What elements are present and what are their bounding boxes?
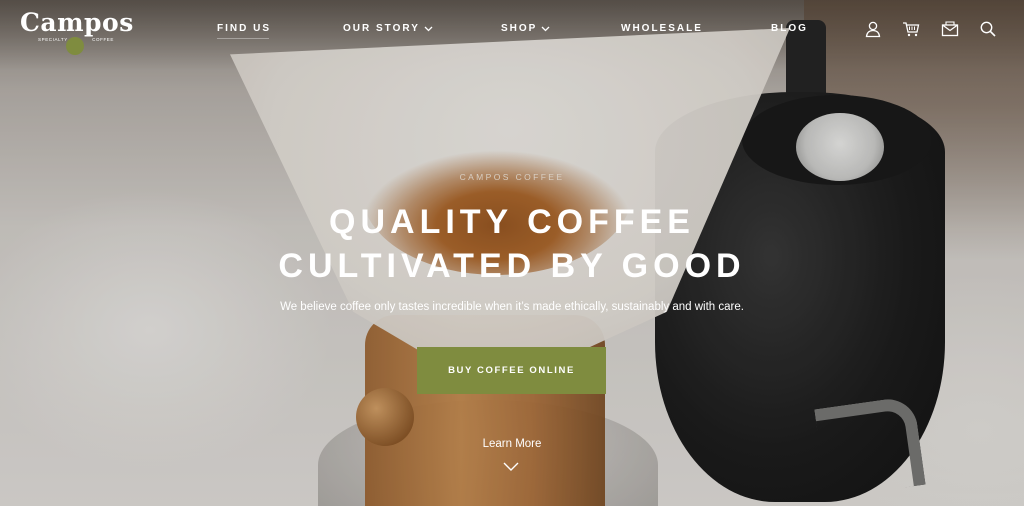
nav-our-story-label: OUR STORY bbox=[343, 23, 420, 34]
learn-more-link[interactable]: Learn More bbox=[0, 438, 1024, 450]
user-icon bbox=[865, 21, 881, 38]
hero-headline: QUALITY COFFEE CULTIVATED BY GOOD bbox=[0, 200, 1024, 288]
nav-blog[interactable]: BLOG bbox=[771, 23, 808, 34]
buy-coffee-online-button[interactable]: BUY COFFEE ONLINE bbox=[417, 347, 606, 394]
campos-logo[interactable]: Campos SPECIALTY COFFEE bbox=[20, 8, 134, 55]
logo-tag-right: COFFEE bbox=[92, 37, 114, 42]
logo-tag-left: SPECIALTY bbox=[38, 37, 68, 42]
search-icon bbox=[980, 21, 996, 37]
chevron-down-icon bbox=[424, 26, 433, 31]
cart-icon bbox=[903, 22, 920, 37]
account-button[interactable] bbox=[863, 19, 883, 39]
nav-shop-label: SHOP bbox=[501, 23, 538, 34]
nav-blog-label: BLOG bbox=[771, 23, 808, 34]
nav-wholesale-label: WHOLESALE bbox=[621, 23, 703, 34]
nav-active-underline bbox=[217, 38, 269, 39]
nav-our-story[interactable]: OUR STORY bbox=[343, 23, 433, 34]
hero-subline: We believe coffee only tastes incredible… bbox=[280, 301, 744, 313]
hero-eyebrow: CAMPOS COFFEE bbox=[459, 172, 565, 182]
hero-headline-line1: QUALITY COFFEE bbox=[329, 203, 695, 241]
nav-find-us-label: FIND US bbox=[217, 23, 271, 34]
logo-wordmark: Campos bbox=[20, 8, 134, 37]
chevron-down-icon bbox=[541, 26, 550, 31]
subscribe-button[interactable] bbox=[940, 19, 960, 39]
nav-shop[interactable]: SHOP bbox=[501, 23, 550, 34]
chevron-down-icon[interactable] bbox=[502, 460, 520, 474]
cart-button[interactable] bbox=[901, 19, 921, 39]
site-header: Campos SPECIALTY COFFEE FIND US OUR STOR… bbox=[0, 0, 1024, 60]
mail-icon bbox=[941, 21, 959, 37]
nav-wholesale[interactable]: WHOLESALE bbox=[621, 23, 703, 34]
logo-tagline: SPECIALTY COFFEE bbox=[20, 37, 132, 42]
hero-headline-line2: CULTIVATED BY GOOD bbox=[278, 247, 746, 285]
nav-find-us[interactable]: FIND US bbox=[217, 23, 271, 34]
search-button[interactable] bbox=[978, 19, 998, 39]
